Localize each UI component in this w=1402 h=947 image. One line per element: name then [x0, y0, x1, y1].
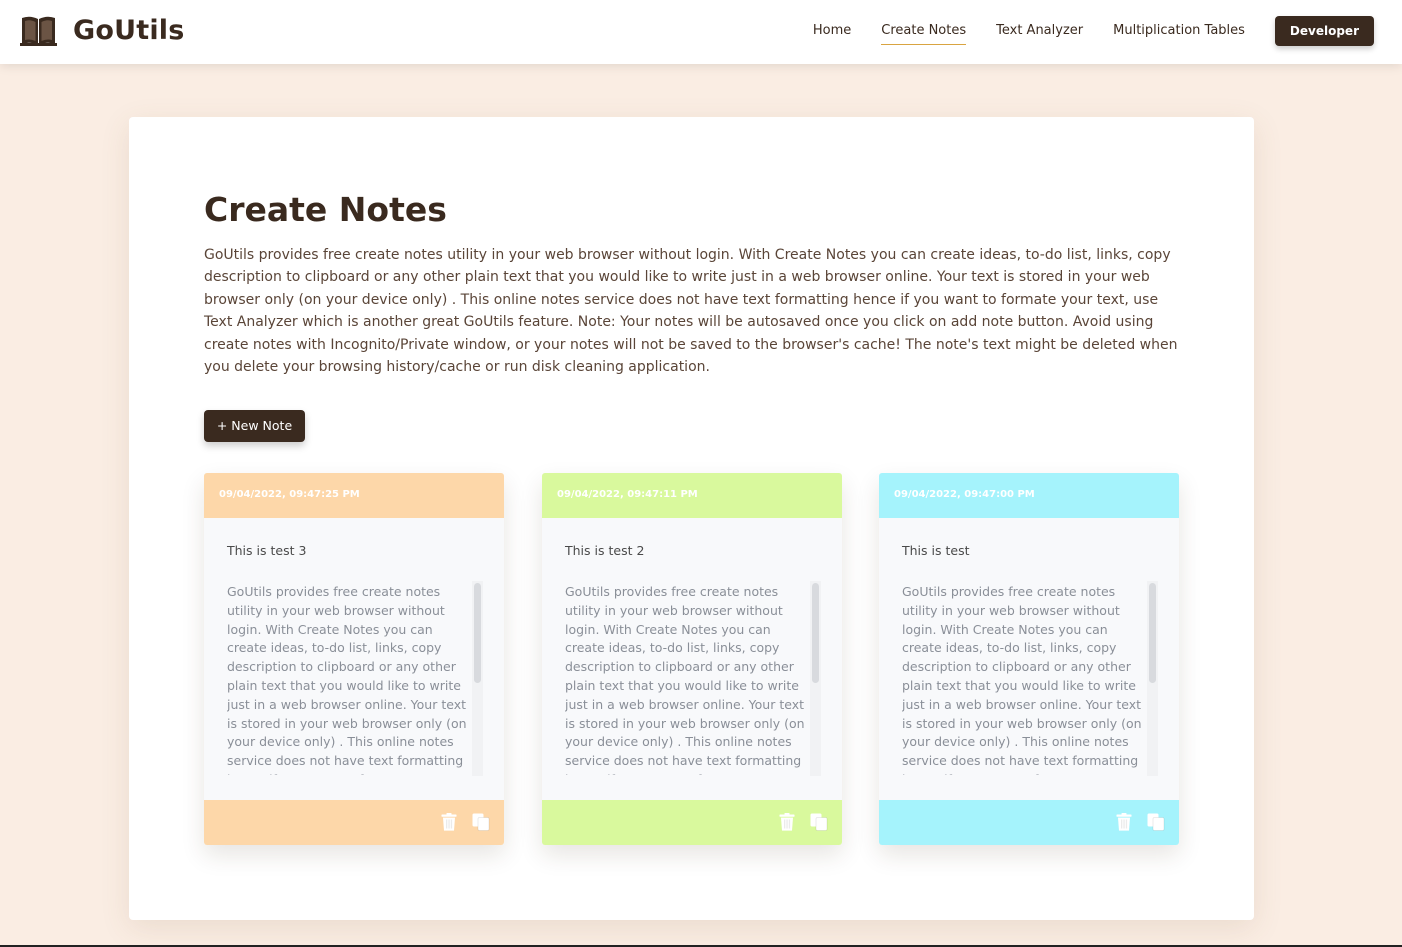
- brand[interactable]: GoUtils: [20, 13, 185, 47]
- note-body[interactable]: GoUtils provides free create notes utili…: [565, 583, 808, 775]
- note-title[interactable]: This is test 2: [565, 543, 644, 558]
- scroll-thumb[interactable]: [1149, 583, 1156, 683]
- trash-icon[interactable]: [1116, 813, 1132, 835]
- nav-multiplication-tables[interactable]: Multiplication Tables: [1113, 17, 1245, 45]
- nav-text-analyzer[interactable]: Text Analyzer: [996, 17, 1083, 45]
- navbar: GoUtils Home Create Notes Text Analyzer …: [0, 0, 1402, 64]
- note-header: 09/04/2022, 09:47:11 PM: [542, 473, 842, 518]
- developer-button[interactable]: Developer: [1274, 16, 1374, 46]
- scroll-thumb[interactable]: [474, 583, 481, 683]
- page-title: Create Notes: [204, 190, 447, 229]
- trash-icon[interactable]: [779, 813, 795, 835]
- copy-icon[interactable]: [1147, 813, 1165, 835]
- note-card: 09/04/2022, 09:47:00 PM This is test GoU…: [879, 473, 1179, 845]
- note-card: 09/04/2022, 09:47:11 PM This is test 2 G…: [542, 473, 842, 845]
- note-body[interactable]: GoUtils provides free create notes utili…: [227, 583, 470, 775]
- main-card: Create Notes GoUtils provides free creat…: [129, 117, 1254, 920]
- note-scrollbar[interactable]: [810, 581, 821, 776]
- new-note-button[interactable]: + New Note: [204, 410, 305, 442]
- copy-icon[interactable]: [472, 813, 490, 835]
- book-icon: [20, 13, 57, 47]
- nav-create-notes[interactable]: Create Notes: [881, 18, 967, 45]
- trash-icon[interactable]: [441, 813, 457, 835]
- note-title[interactable]: This is test: [902, 543, 969, 558]
- copy-icon[interactable]: [810, 813, 828, 835]
- note-footer: [204, 800, 504, 845]
- scroll-thumb[interactable]: [812, 583, 819, 683]
- brand-name: GoUtils: [73, 14, 185, 46]
- note-header: 09/04/2022, 09:47:25 PM: [204, 473, 504, 518]
- note-footer: [542, 800, 842, 845]
- note-scrollbar[interactable]: [1147, 581, 1158, 776]
- note-header: 09/04/2022, 09:47:00 PM: [879, 473, 1179, 518]
- note-scrollbar[interactable]: [472, 581, 483, 776]
- nav-links: Home Create Notes Text Analyzer Multipli…: [783, 16, 1374, 46]
- note-footer: [879, 800, 1179, 845]
- note-title[interactable]: This is test 3: [227, 543, 306, 558]
- nav-home[interactable]: Home: [813, 17, 851, 45]
- intro-text: GoUtils provides free create notes utili…: [204, 247, 1178, 376]
- note-card: 09/04/2022, 09:47:25 PM This is test 3 G…: [204, 473, 504, 845]
- note-body[interactable]: GoUtils provides free create notes utili…: [902, 583, 1145, 775]
